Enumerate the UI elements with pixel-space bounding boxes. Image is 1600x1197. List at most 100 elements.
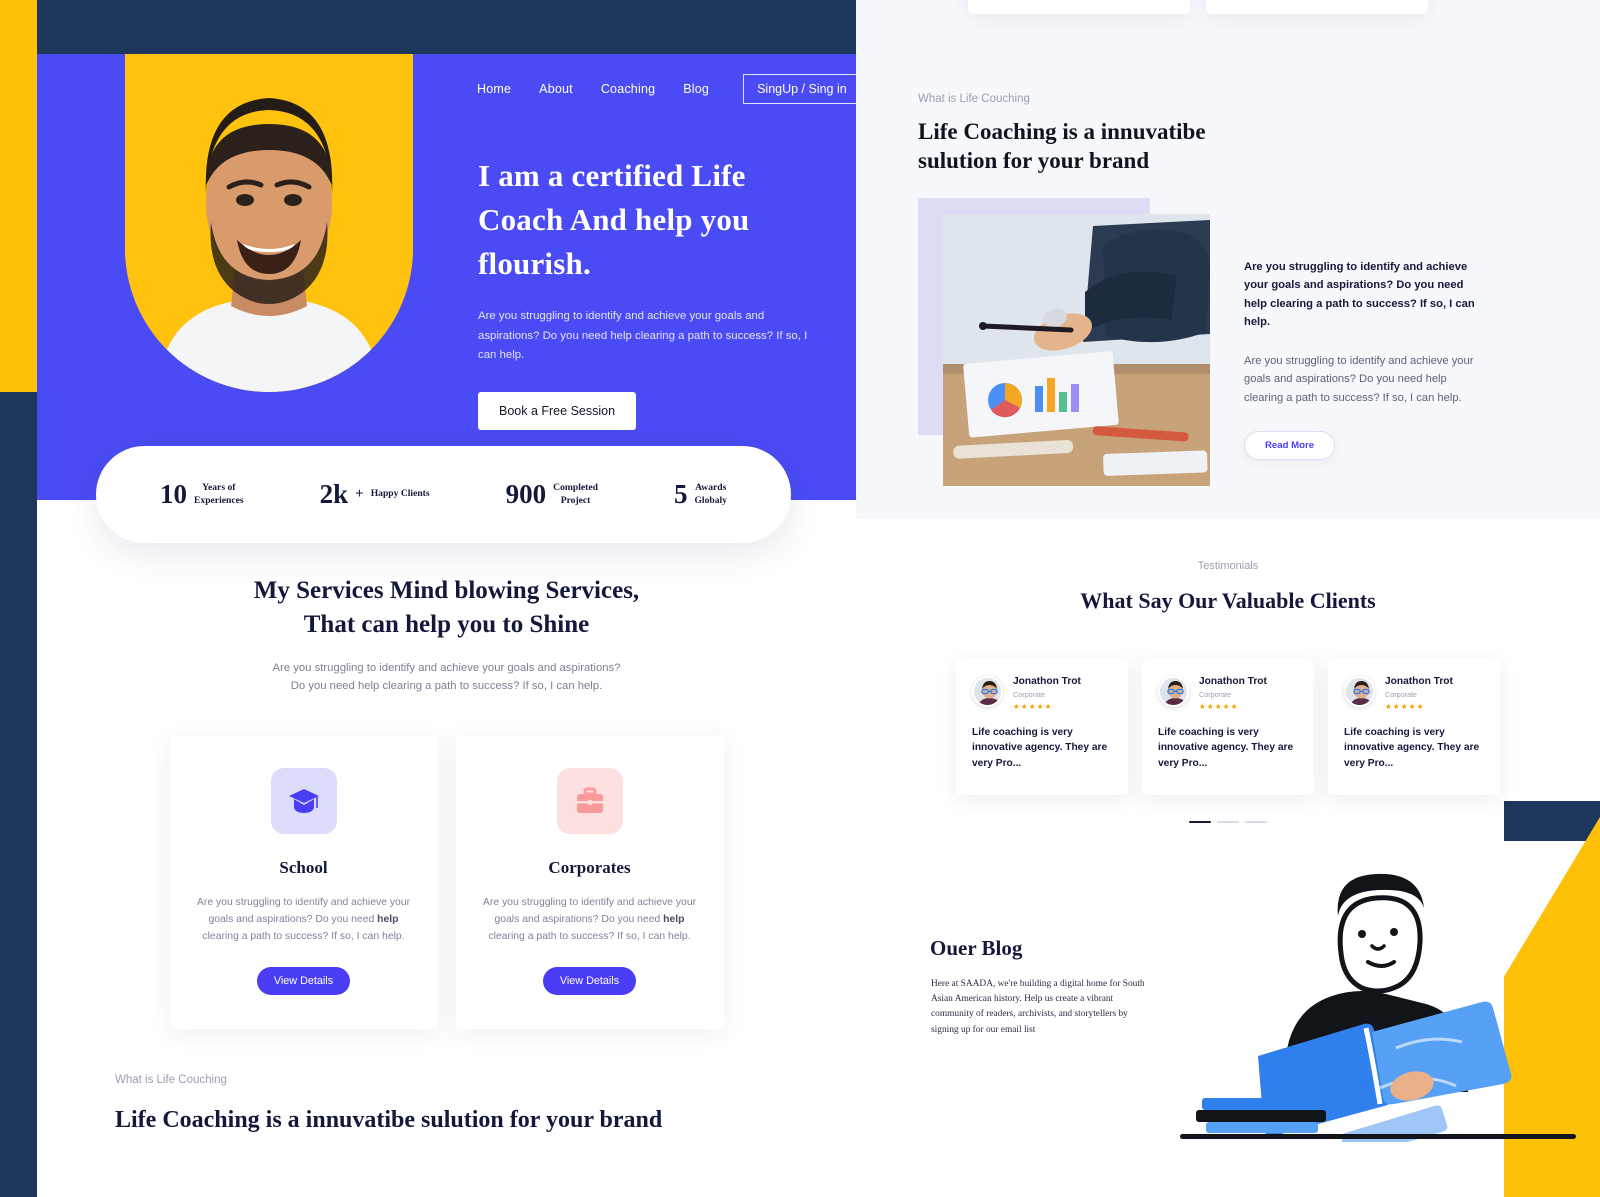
graduation-cap-icon [270,767,337,834]
nav-link-about[interactable]: About [539,82,573,96]
meeting-photo-icon [943,214,1210,486]
signup-signin-button[interactable]: SingUp / Sing in [743,74,856,104]
testimonial-card[interactable]: Jonathon Trot Corporate ★★★★★ Life coach… [1142,658,1314,795]
person-avatar-icon [1346,678,1373,705]
reading-man-illustration [1166,842,1576,1160]
stat-label: Happy Clients [370,488,430,500]
consulting-meeting-photo [943,214,1210,486]
stat-item: 2k + Happy Clients [320,481,430,508]
services-subtitle-line1: Are you struggling to identify and achie… [272,662,621,674]
about-body: Are you struggling to identify and achie… [1244,258,1478,461]
stat-label-line1: Years of [202,481,236,493]
stat-label: Completed Project [553,482,598,507]
hero-portrait-shape [125,54,413,392]
stat-label-line1: Awards [695,481,727,493]
testimonial-text: Life coaching is very innovative agency.… [972,727,1108,769]
services-subtitle: Are you struggling to identify and achie… [37,659,856,696]
rating-stars: ★★★★★ [1013,702,1053,711]
person-avatar-icon [974,678,1001,705]
main-navigation[interactable]: Home About Coaching Blog SingUp / Sing i… [477,74,856,104]
service-card-school[interactable]: School Are you struggling to identify an… [169,735,438,1030]
avatar [1344,676,1375,707]
nav-link-blog[interactable]: Blog [683,82,709,96]
carousel-indicators[interactable] [856,820,1600,823]
services-subtitle-line2: Do you need help clearing a path to succ… [290,680,603,693]
testimonial-role: Corporate [1199,690,1231,699]
testimonial-card[interactable]: Jonathon Trot Corporate ★★★★★ Life coach… [956,658,1128,795]
testimonials-section: Testimonials What Say Our Valuable Clien… [856,560,1600,823]
about-heading: Life Coaching is a innuvatibe sulution f… [115,1107,663,1133]
services-title-line1: My Services Mind blowing Services, [253,577,640,604]
testimonial-meta: Jonathon Trot Corporate ★★★★★ [1199,676,1267,711]
service-description: Are you struggling to identify and achie… [483,894,697,945]
hero-portrait [125,54,413,392]
blog-title: Ouer Blog [930,936,1023,960]
stats-bar: 10 Years of Experiences 2k + Happy Clien… [96,446,791,543]
yellow-accent-strip-left [0,0,37,392]
testimonial-name: Jonathon Trot [1013,676,1081,687]
left-page-mockup: Home About Coaching Blog SingUp / Sing i… [37,54,856,1197]
service-cards: School Are you struggling to identify an… [37,735,856,1030]
hero-subtitle: Are you struggling to identify and achie… [478,310,808,362]
stat-item: 5 Awards Globaly [674,481,727,508]
services-section: My Services Mind blowing Services, That … [37,574,856,1030]
testimonial-name: Jonathon Trot [1385,676,1453,687]
testimonial-role: Corporate [1385,690,1417,699]
service-desc-bold: help [377,913,399,925]
about-heading: Life Coaching is a innuvatibe sulution f… [918,119,1206,173]
testimonial-card[interactable]: Jonathon Trot Corporate ★★★★★ Life coach… [1328,658,1500,795]
view-details-button[interactable]: View Details [542,967,637,996]
stat-label: Awards Globaly [694,482,727,507]
stat-number: 10 [160,479,188,509]
service-desc-post: clearing a path to success? If so, I can… [202,930,405,942]
briefcase-icon [556,767,623,834]
carousel-dot-2[interactable] [1217,820,1239,823]
hero-title: I am a certified Life Coach And help you… [478,158,750,282]
graduation-cap-glyph [288,788,319,813]
service-name: School [279,857,328,877]
rating-stars: ★★★★★ [1385,702,1425,711]
testimonial-header: Jonathon Trot Corporate ★★★★★ [1158,676,1298,711]
about-paragraph-2: Are you struggling to identify and achie… [1244,354,1474,404]
partial-card-right[interactable] [1206,0,1428,14]
service-desc-post: clearing a path to success? If so, I can… [488,930,691,942]
service-desc-bold: help [663,913,685,925]
testimonials-title: What Say Our Valuable Clients [1080,588,1376,613]
nav-link-coaching[interactable]: Coaching [601,82,655,96]
view-details-button[interactable]: View Details [256,967,351,996]
partial-card-left[interactable] [968,0,1190,14]
testimonial-role: Corporate [1013,690,1045,699]
carousel-dot-3[interactable] [1245,820,1267,823]
stat-label-line2: Globaly [694,494,727,506]
man-reading-book-icon [1180,873,1576,1160]
blog-text: Here at SAADA, we're building a digital … [931,979,1145,1035]
rating-stars: ★★★★★ [1199,702,1239,711]
testimonial-meta: Jonathon Trot Corporate ★★★★★ [1013,676,1081,711]
book-free-session-button[interactable]: Book a Free Session [478,391,637,430]
carousel-dot-1[interactable] [1189,820,1211,823]
stat-label-line2: Project [560,494,591,506]
stat-label-line2: Experiences [194,494,244,506]
right-page-mockup: What is Life Couching Life Coaching is a… [856,0,1600,1197]
services-title-line2: That can help you to Shine [303,611,590,638]
stat-label-line1: Completed [553,481,598,493]
hero-copy: I am a certified Life Coach And help you… [478,154,828,430]
read-more-button[interactable]: Read More [1244,431,1336,461]
testimonial-cards: Jonathon Trot Corporate ★★★★★ Life coach… [856,658,1600,795]
stat-number: 900 [505,479,547,509]
hero-section: Home About Coaching Blog SingUp / Sing i… [37,54,856,500]
stat-label: Years of Experiences [194,482,244,507]
nav-link-home[interactable]: Home [477,82,511,96]
about-eyebrow: What is Life Couching [115,1074,227,1086]
blog-section: Ouer Blog Here at SAADA, we're building … [856,873,1600,1160]
person-avatar-icon [1160,678,1187,705]
briefcase-glyph [576,787,603,813]
about-paragraph-1: Are you struggling to identify and achie… [1244,261,1475,329]
service-card-corporates[interactable]: Corporates Are you struggling to identif… [455,735,724,1030]
left-about-section: What is Life Couching Life Coaching is a… [115,1074,715,1137]
testimonial-meta: Jonathon Trot Corporate ★★★★★ [1385,676,1453,711]
avatar [972,676,1003,707]
services-title: My Services Mind blowing Services, That … [37,574,856,642]
service-description: Are you struggling to identify and achie… [197,894,411,945]
smiling-man-photo-icon [125,54,413,392]
